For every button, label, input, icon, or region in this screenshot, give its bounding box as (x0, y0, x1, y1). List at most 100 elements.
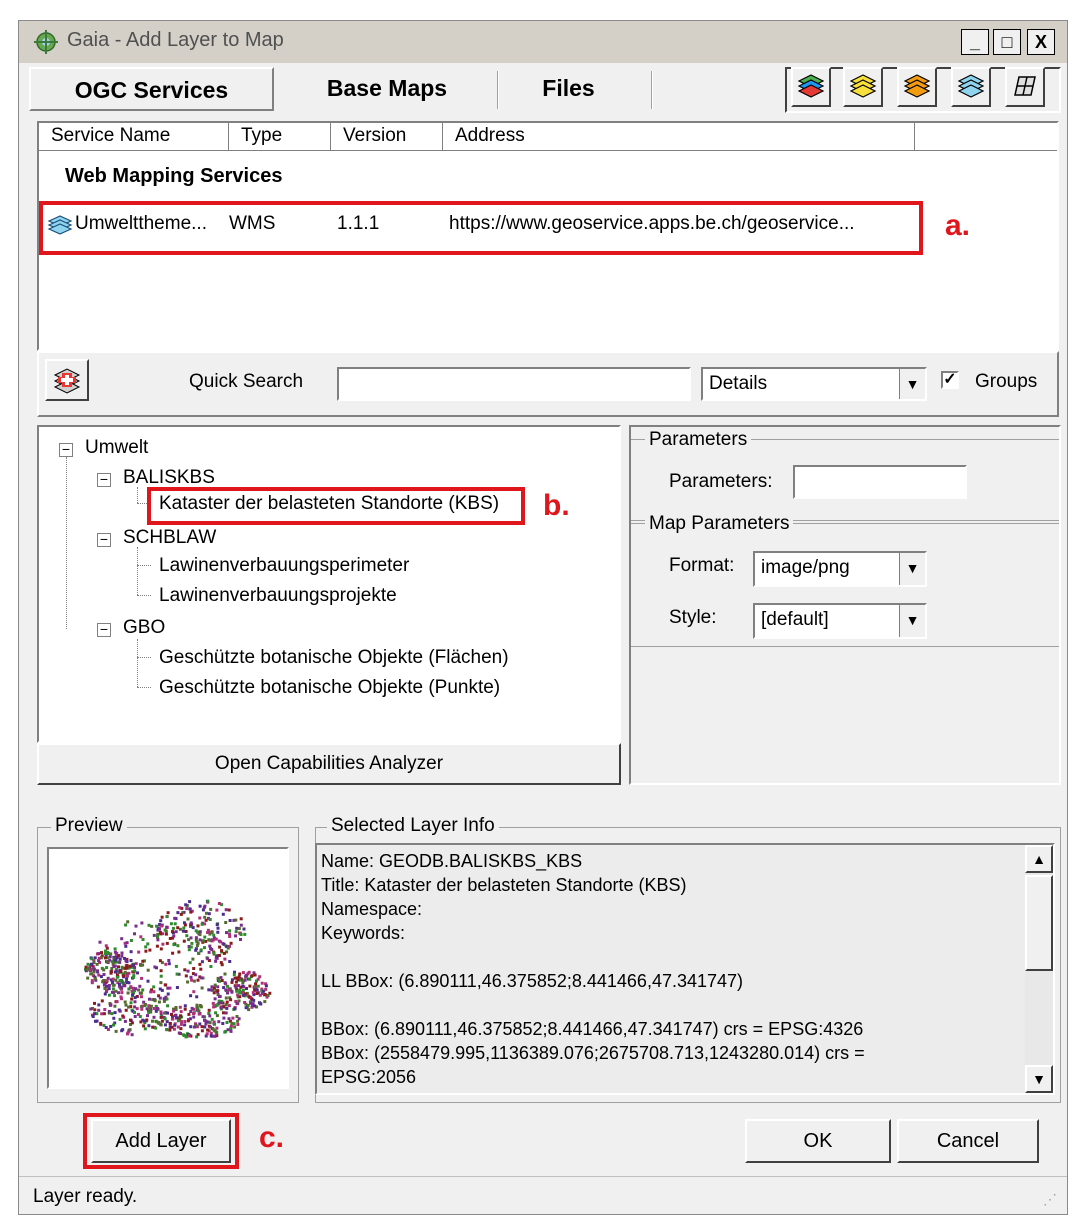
preview-feature (184, 974, 188, 978)
layer-tree[interactable]: − Umwelt − BALISKBS Kataster der belaste… (37, 425, 621, 743)
preview-feature (198, 904, 202, 908)
tree-leaf-gbo-punkte[interactable]: Geschützte botanische Objekte (Punkte) (159, 677, 500, 699)
ok-button[interactable]: OK (745, 1119, 891, 1163)
preview-feature (112, 1023, 115, 1027)
groups-label: Groups (975, 371, 1038, 392)
maximize-button[interactable]: □ (993, 29, 1021, 55)
format-select[interactable]: image/png ▼ (753, 551, 927, 587)
resize-grip-icon[interactable]: ⋰ (1043, 1191, 1057, 1208)
preview-feature (165, 925, 169, 929)
preview-feature (244, 973, 248, 977)
tree-node-gbo[interactable]: GBO (123, 617, 165, 639)
preview-feature (260, 981, 264, 985)
preview-feature (191, 957, 195, 961)
scroll-down-icon[interactable]: ▼ (1025, 1065, 1053, 1093)
quick-search-input[interactable] (337, 367, 691, 401)
open-capabilities-analyzer-button[interactable]: Open Capabilities Analyzer (37, 743, 621, 785)
title-bar[interactable]: Gaia - Add Layer to Map _ □ X (19, 21, 1067, 63)
tree-leaf-lawinenverbauungsprojekte[interactable]: Lawinenverbauungsprojekte (159, 585, 397, 607)
collapse-icon[interactable]: − (97, 472, 111, 487)
parameters-input[interactable] (793, 465, 967, 499)
preview-feature (154, 1026, 158, 1030)
preview-feature (124, 1003, 128, 1007)
tree-connector (66, 457, 67, 629)
preview-feature (130, 1033, 134, 1037)
preview-feature (228, 929, 232, 933)
preview-feature (122, 956, 126, 960)
preview-feature (235, 989, 239, 993)
preview-feature (169, 922, 173, 926)
layers-blue-icon[interactable] (951, 67, 991, 107)
tree-node-schblaw[interactable]: SCHBLAW (123, 527, 216, 549)
preview-feature (144, 945, 148, 949)
preview-feature (237, 975, 241, 979)
cancel-button[interactable]: Cancel (897, 1119, 1039, 1163)
add-service-button[interactable] (45, 359, 89, 401)
preview-feature (187, 1012, 191, 1016)
annotation-label-c: c. (259, 1121, 285, 1154)
preview-feature (232, 973, 236, 977)
close-button[interactable]: X (1027, 29, 1055, 55)
column-type[interactable]: Type (229, 123, 331, 151)
scroll-thumb[interactable] (1025, 875, 1053, 971)
preview-feature (177, 950, 181, 954)
tab-files[interactable]: Files (501, 67, 636, 111)
collapse-icon[interactable]: − (59, 442, 73, 457)
preview-feature (238, 988, 242, 992)
preview-feature (147, 923, 151, 927)
preview-feature (189, 921, 193, 925)
column-service-name[interactable]: Service Name (39, 123, 229, 151)
collapse-icon[interactable]: − (97, 622, 111, 637)
grid-layer-icon[interactable] (1005, 67, 1045, 107)
minimize-button[interactable]: _ (961, 29, 989, 55)
preview-feature (146, 942, 150, 946)
preview-feature (148, 997, 151, 1001)
preview-feature (147, 1024, 151, 1028)
preview-feature (146, 979, 150, 983)
preview-feature (159, 919, 163, 923)
chevron-down-icon[interactable]: ▼ (899, 369, 925, 399)
vertical-scrollbar[interactable]: ▲ ▼ (1025, 845, 1053, 1093)
preview-feature (194, 973, 198, 977)
chevron-down-icon[interactable]: ▼ (899, 553, 925, 585)
preview-feature (205, 911, 208, 915)
preview-feature (181, 1033, 185, 1037)
preview-feature (199, 967, 203, 971)
layers-orange-icon[interactable] (897, 67, 937, 107)
tree-leaf-lawinenverbauungsperimeter[interactable]: Lawinenverbauungsperimeter (159, 555, 409, 577)
layer-info-textbox[interactable]: Name: GEODB.BALISKBS_KBS Title: Kataster… (315, 843, 1055, 1095)
preview-feature (264, 984, 268, 988)
preview-feature (232, 1022, 236, 1026)
preview-feature (95, 969, 99, 973)
column-address[interactable]: Address (443, 123, 915, 151)
preview-feature (200, 960, 204, 964)
preview-feature (137, 988, 141, 992)
info-line: LL BBox: (6.890111,46.375852;8.441466,47… (321, 971, 744, 991)
collapse-icon[interactable]: − (97, 532, 111, 547)
preview-feature (213, 1022, 216, 1026)
view-mode-select[interactable]: Details ▼ (701, 367, 927, 401)
layers-multicolor-icon[interactable] (791, 67, 831, 107)
layers-yellow-icon[interactable] (843, 67, 883, 107)
column-version[interactable]: Version (331, 123, 443, 151)
preview-feature (164, 983, 168, 987)
add-layer-window: Gaia - Add Layer to Map _ □ X OGC Servic… (18, 20, 1068, 1215)
info-line (321, 945, 865, 969)
scroll-up-icon[interactable]: ▲ (1025, 845, 1053, 873)
preview-feature (96, 985, 100, 989)
chevron-down-icon[interactable]: ▼ (899, 605, 925, 637)
tree-node-baliskbs[interactable]: BALISKBS (123, 467, 215, 489)
preview-feature (86, 966, 90, 970)
tree-node-umwelt[interactable]: Umwelt (85, 437, 148, 459)
tab-base-maps[interactable]: Base Maps (281, 67, 493, 111)
tree-leaf-gbo-flaechen[interactable]: Geschützte botanische Objekte (Flächen) (159, 647, 509, 669)
preview-feature (225, 931, 228, 935)
tree-connector (137, 687, 151, 688)
preview-feature (187, 1034, 191, 1038)
preview-feature (213, 1034, 217, 1038)
tab-ogc-services[interactable]: OGC Services (29, 67, 274, 111)
style-select[interactable]: [default] ▼ (753, 603, 927, 639)
preview-feature (160, 915, 164, 919)
groups-checkbox[interactable]: ✓ (941, 371, 959, 389)
preview-feature (133, 996, 137, 1000)
